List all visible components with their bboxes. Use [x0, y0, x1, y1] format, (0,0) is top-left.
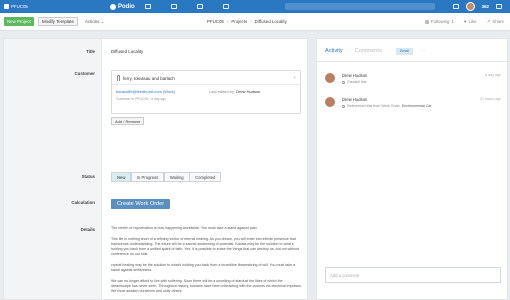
share-label: Share	[492, 19, 504, 24]
share-button[interactable]: ↗ Share	[487, 19, 504, 25]
status-option-new[interactable]: New	[111, 172, 132, 182]
activity-time: a day ago	[485, 73, 501, 77]
notifications-icon[interactable]	[452, 4, 459, 9]
notification-count[interactable]: 362	[482, 4, 489, 9]
title-value[interactable]: Diffused Locality	[111, 49, 143, 54]
activity-user[interactable]: Drew Hudson	[342, 97, 367, 102]
user-avatar[interactable]	[465, 2, 475, 11]
breadcrumb-workspace[interactable]: PFUC05	[207, 19, 224, 24]
like-label: Like	[468, 19, 477, 24]
workspace-name: PFUC05	[11, 4, 28, 9]
field-labels-column	[4, 39, 102, 299]
status-selector: New In Progress Waiting Completed	[111, 172, 222, 182]
details-paragraph: The rebirth of rejuvenation is now happe…	[111, 226, 258, 230]
breadcrumb-separator-icon: ›	[226, 19, 229, 24]
customer-header: ferry, toleasau and barlach	[117, 75, 175, 81]
breadcrumb: PFUC05 › Projects › Diffused Locality	[207, 17, 287, 26]
last-edited-user[interactable]: Drew Hudson	[236, 89, 260, 94]
add-remove-customer-button[interactable]: Add / Remove	[111, 117, 145, 125]
modify-template-button[interactable]: Modify Template	[38, 17, 78, 26]
activity-text: Referenced this from Work Order	[347, 104, 400, 108]
activity-user[interactable]: Drew Hudson	[342, 73, 367, 78]
email-button[interactable]: Email	[396, 48, 413, 55]
customer-card[interactable]: ferry, toleasau and barlach × barack89@f…	[111, 70, 301, 114]
activity-divider	[317, 61, 507, 62]
details-text: The rebirth of rejuvenation is now happe…	[111, 226, 303, 299]
comment-input[interactable]: Add a comment	[325, 267, 501, 283]
logo-text: Podio	[118, 3, 135, 10]
avatar[interactable]	[325, 97, 335, 107]
contact-icon	[117, 75, 120, 81]
contacts-icon[interactable]	[223, 4, 229, 9]
status-option-in-progress[interactable]: In Progress	[130, 172, 165, 182]
customer-meta: Customer in PFUC05 · a day ago	[116, 97, 167, 101]
item-action-bar: New Project Modify Template Actions ⌄ PF…	[0, 13, 510, 31]
tab-comments[interactable]: Comments	[355, 48, 382, 54]
reference-icon	[342, 104, 345, 108]
logo-icon	[110, 3, 116, 10]
customer-field: ferry, toleasau and barlach × barack89@f…	[111, 70, 301, 143]
activity-description: Created this	[342, 80, 366, 84]
breadcrumb-item: Diffused Locality	[254, 19, 287, 24]
more-options-icon[interactable]: ⋯	[421, 48, 425, 54]
status-option-completed[interactable]: Completed	[189, 172, 222, 182]
status-option-waiting[interactable]: Waiting	[163, 172, 190, 182]
actions-dropdown[interactable]: Actions ⌄	[85, 17, 104, 26]
customer-name[interactable]: ferry, toleasau and barlach	[123, 76, 175, 81]
details-label: Details	[80, 227, 95, 232]
topbar-icon-group	[145, 0, 229, 13]
last-edited-label: Last edited by:	[209, 89, 236, 94]
activity-text: Created this	[347, 80, 367, 84]
podio-logo[interactable]: Podio	[110, 0, 135, 13]
tab-activity[interactable]: Activity	[325, 48, 343, 54]
activity-panel: Activity Comments Email ⋯ Drew Hudson a …	[316, 38, 508, 300]
apps-icon[interactable]	[145, 4, 151, 9]
details-paragraph: crystal healing may be the solution to w…	[111, 263, 296, 272]
referenced-item-link[interactable]: Environmental Car	[402, 104, 432, 108]
customer-email-link[interactable]: barack89@feedburst.com (Work)	[116, 89, 175, 94]
calculation-label: Calculation	[71, 200, 95, 205]
like-button[interactable]: ♥ Like	[464, 19, 477, 24]
remove-customer-icon[interactable]: ×	[293, 75, 296, 80]
top-navigation-bar: PFUC05 Podio 362	[0, 0, 510, 13]
customer-label: Customer	[74, 71, 96, 76]
customer-divider	[112, 84, 300, 85]
title-label: Title	[86, 49, 95, 54]
create-work-order-button[interactable]: Create Work Order	[111, 199, 171, 209]
chevron-down-icon: ⌄	[100, 19, 105, 24]
new-project-button[interactable]: New Project	[4, 17, 34, 26]
following-label: Following	[430, 19, 450, 24]
activity-time: 21 hours ago	[480, 97, 501, 101]
actions-label: Actions	[85, 19, 100, 24]
breadcrumb-separator-icon: ›	[250, 19, 252, 24]
workspace-switcher[interactable]: PFUC05	[4, 0, 28, 13]
activity-description: Referenced this from Work Order Environm…	[342, 104, 432, 108]
item-social-actions: Following 1 ♥ Like ↗ Share	[424, 17, 504, 26]
share-icon: ↗	[486, 18, 491, 24]
details-paragraph: We can no longer afford to live with suf…	[111, 279, 302, 293]
heart-icon: ♥	[463, 19, 467, 24]
topbar-right-group: 362	[452, 0, 502, 13]
global-search-input[interactable]	[285, 3, 435, 10]
chat-icon[interactable]	[496, 4, 502, 9]
details-paragraph: This life is nothing short of a refining…	[111, 237, 299, 256]
workspace-icon	[4, 4, 9, 9]
created-icon	[342, 80, 345, 84]
item-fields-panel: Title Diffused Locality Customer ferry, …	[3, 38, 308, 300]
status-label: Status	[81, 174, 95, 179]
following-button[interactable]: Following 1	[424, 19, 454, 24]
avatar[interactable]	[325, 73, 335, 83]
breadcrumb-app[interactable]: Projects	[231, 19, 247, 24]
follow-icon	[424, 19, 429, 24]
tasks-icon[interactable]	[197, 4, 203, 9]
following-count: 1	[451, 19, 454, 24]
calendar-icon[interactable]	[171, 4, 177, 9]
activity-tabs: Activity Comments	[325, 48, 382, 54]
customer-last-edited: Last edited by: Drew Hudson	[209, 89, 260, 94]
